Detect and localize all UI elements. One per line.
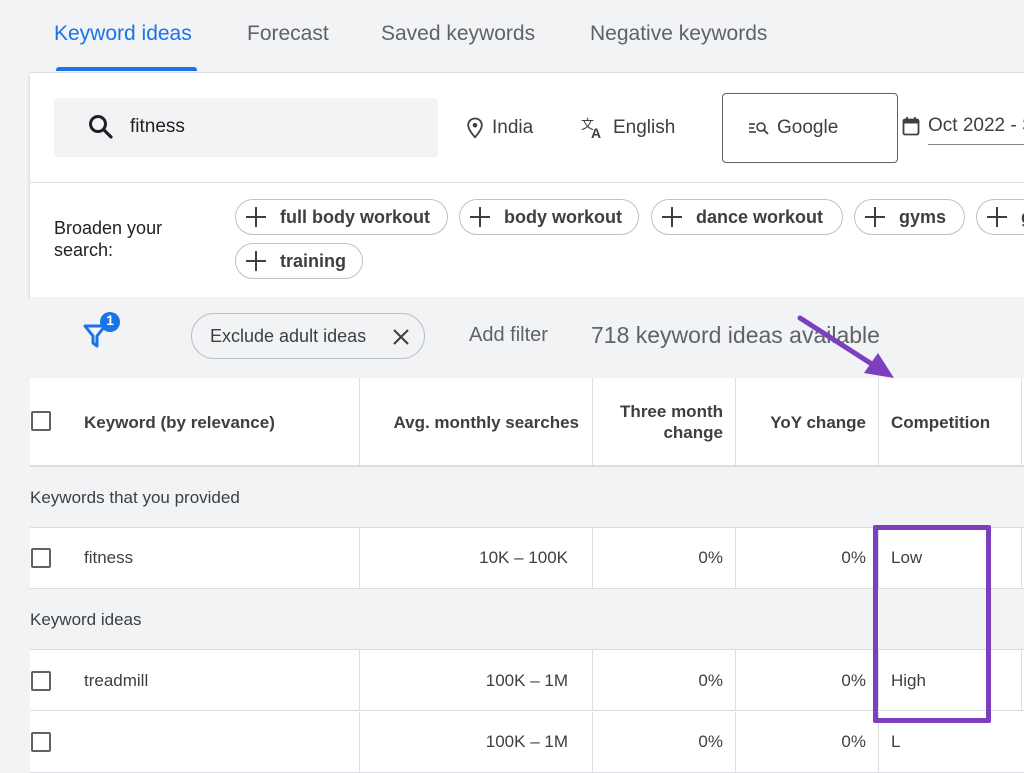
svg-text:A: A bbox=[591, 125, 601, 139]
column-divider bbox=[735, 528, 736, 588]
broaden-chip-full-body-workout[interactable]: full body workout bbox=[235, 199, 448, 235]
keyword-cell: treadmill bbox=[84, 671, 149, 690]
column-divider bbox=[735, 378, 736, 465]
row-checkbox[interactable] bbox=[31, 548, 51, 568]
column-divider bbox=[878, 378, 879, 465]
table-header: Keyword (by relevance) Avg. monthly sear… bbox=[30, 378, 1024, 467]
broaden-search-label: Broaden your search: bbox=[54, 218, 163, 260]
tab-forecast[interactable]: Forecast bbox=[247, 22, 329, 46]
date-range-selector[interactable]: Oct 2022 - S bbox=[902, 115, 1024, 137]
add-filter-button[interactable]: Add filter bbox=[469, 324, 548, 347]
header-three-month-change-line2[interactable]: change bbox=[593, 423, 723, 443]
search-icon bbox=[89, 115, 113, 139]
row-checkbox[interactable] bbox=[31, 671, 51, 691]
broaden-chip-training[interactable]: training bbox=[235, 243, 363, 279]
column-divider bbox=[735, 712, 736, 772]
chip-label: gyms bbox=[899, 206, 947, 227]
section-label: Keyword ideas bbox=[30, 610, 142, 629]
search-panel: India 文 A English Google Oct 2022 - S Br… bbox=[30, 72, 1024, 297]
filter-count-badge: 1 bbox=[106, 312, 114, 328]
header-yoy-change[interactable]: YoY change bbox=[736, 413, 866, 433]
column-divider bbox=[592, 528, 593, 588]
avg-searches-cell: 10K – 100K bbox=[479, 548, 568, 567]
column-divider bbox=[592, 650, 593, 710]
active-tab-indicator bbox=[56, 67, 197, 71]
tab-bar: Keyword ideas Forecast Saved keywords Ne… bbox=[0, 0, 1024, 72]
search-box[interactable] bbox=[54, 98, 438, 157]
three-month-cell: 0% bbox=[698, 548, 723, 567]
yoy-cell: 0% bbox=[841, 732, 866, 751]
header-avg-monthly-searches[interactable]: Avg. monthly searches bbox=[361, 413, 580, 433]
column-divider bbox=[735, 650, 736, 710]
broaden-chip-dance-workout[interactable]: dance workout bbox=[651, 199, 843, 235]
translate-icon: 文 A bbox=[581, 117, 601, 139]
calendar-icon bbox=[902, 117, 920, 136]
competition-cell: L bbox=[891, 732, 901, 751]
search-input[interactable] bbox=[130, 112, 420, 142]
column-divider bbox=[1021, 528, 1022, 588]
tab-negative-keywords[interactable]: Negative keywords bbox=[590, 22, 767, 46]
keyword-cell: fitness bbox=[84, 548, 134, 567]
annotation-arrow-icon bbox=[797, 315, 894, 378]
language-selector[interactable]: 文 A English bbox=[581, 117, 675, 139]
broaden-chip-gyms[interactable]: gyms bbox=[854, 199, 965, 235]
header-keyword[interactable]: Keyword (by relevance) bbox=[84, 413, 275, 433]
search-network-icon bbox=[749, 122, 769, 135]
column-divider bbox=[592, 712, 593, 772]
three-month-cell: 0% bbox=[698, 671, 723, 690]
location-pin-icon bbox=[467, 117, 483, 139]
network-selector[interactable]: Google bbox=[722, 93, 898, 163]
panel-divider bbox=[30, 182, 1024, 183]
exclude-chip-label: Exclude adult ideas bbox=[210, 325, 367, 346]
column-divider bbox=[1021, 650, 1022, 710]
select-all-checkbox[interactable] bbox=[31, 411, 51, 431]
plus-icon bbox=[246, 207, 266, 227]
avg-searches-cell: 100K – 1M bbox=[485, 732, 568, 751]
broaden-chip-partial[interactable]: g bbox=[976, 199, 1024, 235]
chip-label: training bbox=[280, 250, 346, 271]
exclude-adult-ideas-chip[interactable]: Exclude adult ideas bbox=[191, 313, 425, 359]
plus-icon bbox=[865, 207, 885, 227]
column-divider bbox=[592, 378, 593, 465]
section-header: Keywords that you provided bbox=[30, 467, 1024, 528]
competition-highlight-box bbox=[873, 525, 991, 723]
column-divider bbox=[359, 528, 360, 588]
close-icon[interactable] bbox=[392, 328, 410, 346]
column-divider bbox=[359, 712, 360, 772]
column-divider bbox=[359, 378, 360, 465]
chip-label: dance workout bbox=[696, 206, 824, 227]
column-divider bbox=[359, 650, 360, 710]
yoy-cell: 0% bbox=[841, 671, 866, 690]
avg-searches-cell: 100K – 1M bbox=[485, 671, 568, 690]
plus-icon bbox=[987, 207, 1007, 227]
plus-icon bbox=[662, 207, 682, 227]
location-label: India bbox=[492, 117, 534, 138]
section-label: Keywords that you provided bbox=[30, 488, 240, 507]
chip-label: full body workout bbox=[280, 206, 430, 227]
tab-saved-keywords[interactable]: Saved keywords bbox=[381, 22, 535, 46]
yoy-cell: 0% bbox=[841, 548, 866, 567]
chip-label: body workout bbox=[504, 206, 622, 227]
broaden-chip-body-workout[interactable]: body workout bbox=[459, 199, 639, 235]
network-label: Google bbox=[777, 117, 839, 138]
three-month-cell: 0% bbox=[698, 732, 723, 751]
filter-icon[interactable] bbox=[80, 309, 124, 353]
plus-icon bbox=[246, 251, 266, 271]
date-underline bbox=[928, 144, 1024, 145]
row-checkbox[interactable] bbox=[31, 732, 51, 752]
language-label: English bbox=[613, 117, 676, 138]
location-selector[interactable]: India bbox=[466, 117, 533, 139]
column-divider bbox=[1021, 378, 1022, 465]
tab-keyword-ideas[interactable]: Keyword ideas bbox=[54, 22, 192, 46]
date-range-label: Oct 2022 - S bbox=[928, 115, 1024, 136]
plus-icon bbox=[470, 207, 490, 227]
header-three-month-change-line1[interactable]: Three month bbox=[593, 402, 723, 422]
header-competition[interactable]: Competition bbox=[891, 413, 990, 433]
